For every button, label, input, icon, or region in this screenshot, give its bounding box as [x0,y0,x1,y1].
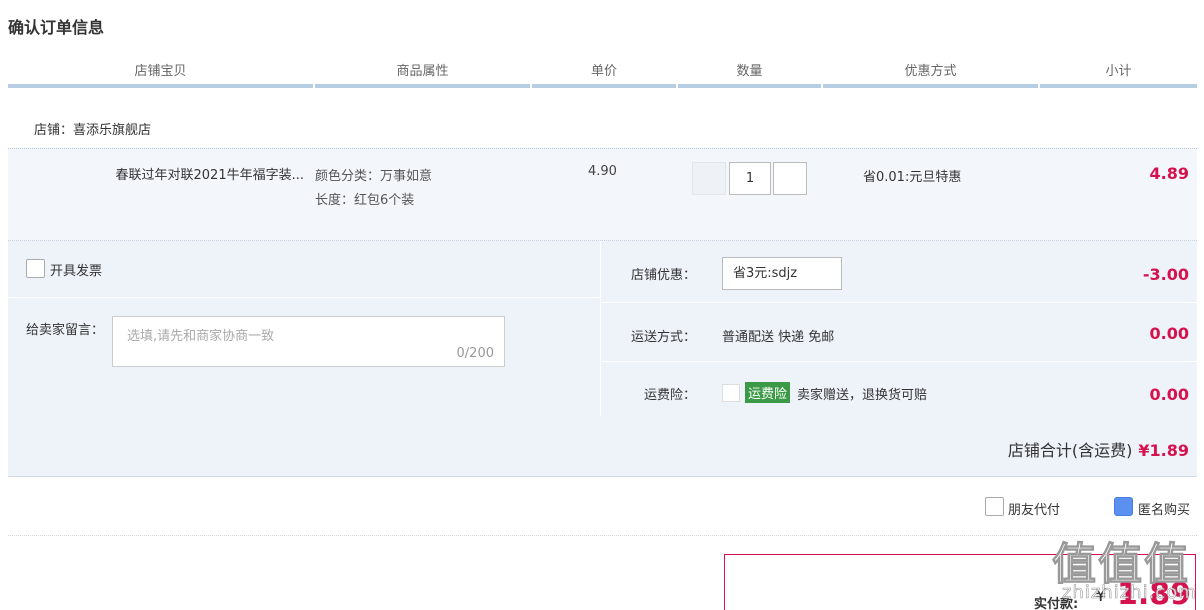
quantity-decrease-button[interactable] [692,162,726,195]
header-shop-item: 店铺宝贝 [8,60,313,88]
seller-message-input[interactable]: 选填,请先和商家协商一致 0/200 [112,316,505,367]
shop-label: 店铺： [34,123,74,138]
page-title: 确认订单信息 [8,18,105,37]
insurance-checkbox[interactable] [722,384,740,402]
store-coupon-value: -3.00 [1142,265,1189,284]
quantity-increase-button[interactable] [773,162,807,195]
anonymous-checkbox[interactable] [1114,497,1133,516]
message-placeholder: 选填,请先和商家协商一致 [127,329,275,344]
watermark-site: zhizhizhi.com [1062,582,1197,604]
quantity-input[interactable]: 1 [729,162,771,195]
shop-name: 店铺：喜添乐旗舰店 [34,119,151,138]
insurance-value: 0.00 [1149,385,1189,404]
friend-pay-checkbox[interactable] [985,497,1004,516]
store-coupon-label: 店铺优惠： [630,268,696,283]
header-unit-price: 单价 [532,60,676,88]
header-attributes: 商品属性 [315,60,530,88]
friend-pay-label[interactable]: 朋友代付 [1008,499,1060,518]
item-attr-color: 颜色分类：万事如意 [315,169,433,184]
order-item-row: 春联过年对联2021牛年福字装... 颜色分类：万事如意 长度：红包6个装 4.… [8,148,1197,240]
invoice-checkbox[interactable] [26,259,45,278]
item-discount: 省0.01:元旦特惠 [863,170,962,185]
message-char-count: 0/200 [456,346,494,361]
options-left: 开具发票 给卖家留言： 选填,请先和商家协商一致 0/200 [8,241,601,416]
divider [602,302,1197,303]
shipping-label: 运送方式： [630,330,696,345]
shipping-value: 0.00 [1149,324,1189,343]
store-coupon-select[interactable]: 省3元:sdjz [722,257,842,290]
shop-total-amount: ¥1.89 [1138,441,1189,460]
invoice-label[interactable]: 开具发票 [50,260,102,279]
anonymous-label[interactable]: 匿名购买 [1138,499,1190,518]
item-subtotal: 4.89 [1149,164,1189,183]
shop-link[interactable]: 喜添乐旗舰店 [73,123,151,138]
shop-total: 店铺合计(含运费) ¥1.89 [1008,437,1189,461]
shop-total-label: 店铺合计(含运费) [1007,441,1133,460]
item-attr-length: 长度：红包6个装 [315,193,415,208]
header-quantity: 数量 [678,60,821,88]
table-header: 店铺宝贝 商品属性 单价 数量 优惠方式 小计 [8,60,1197,88]
insurance-text: 卖家赠送，退换货可赔 [797,388,928,403]
insurance-label: 运费险： [643,388,696,403]
insurance-badge: 运费险 [745,382,791,403]
item-unit-price: 4.90 [588,164,617,179]
message-label: 给卖家留言： [26,323,105,338]
shipping-method: 普通配送 快递 免邮 [722,330,835,345]
header-subtotal: 小计 [1040,60,1197,88]
divider [8,297,601,298]
item-title-link[interactable]: 春联过年对联2021牛年福字装... [94,164,304,183]
divider [8,535,1197,536]
divider [602,361,1197,362]
header-discount: 优惠方式 [823,60,1038,88]
order-options-panel: 开具发票 给卖家留言： 选填,请先和商家协商一致 0/200 店铺优惠： 省3元… [8,240,1197,477]
